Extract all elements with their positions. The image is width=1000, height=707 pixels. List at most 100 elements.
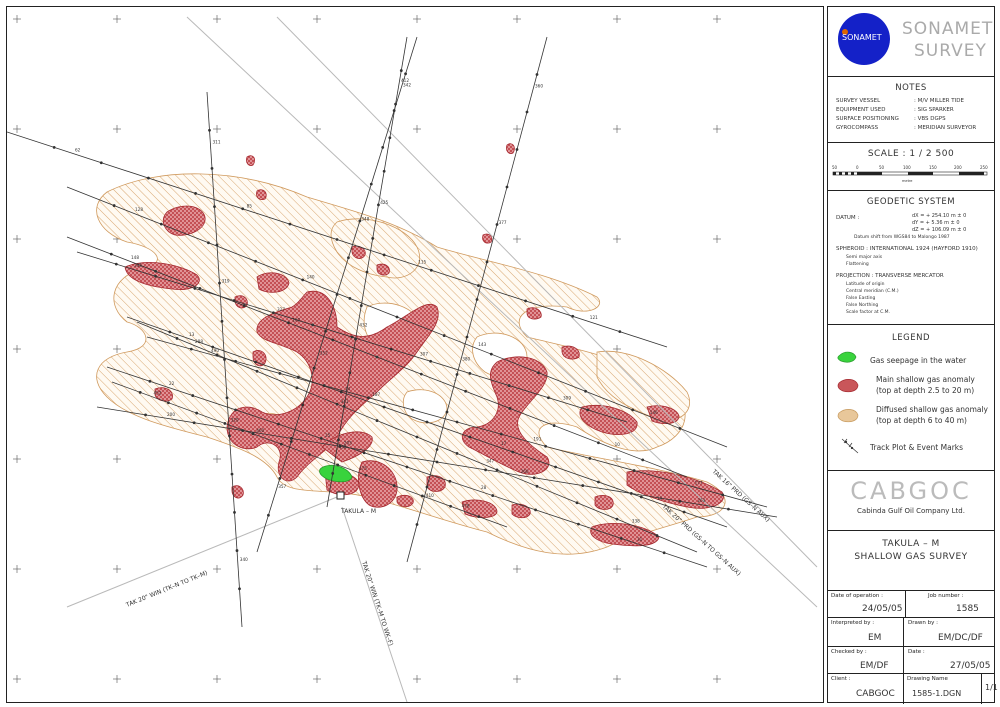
company-logo-block: SONAMET SONAMET SURVEY: [828, 7, 994, 77]
track-number: 412: [401, 78, 409, 83]
spheroid-row: Semi major axis: [846, 255, 883, 260]
event-mark: [619, 537, 623, 540]
event-mark: [278, 372, 282, 375]
track-number: 319: [222, 279, 230, 284]
event-mark: [641, 458, 645, 462]
brand-line-2: SURVEY: [914, 41, 987, 61]
track-number: 160: [292, 317, 300, 322]
scale-tick: 250: [980, 165, 988, 170]
event-mark: [289, 440, 293, 444]
event-mark: [584, 389, 587, 393]
scale-unit: metre: [902, 179, 912, 183]
event-mark: [577, 522, 580, 526]
event-mark: [114, 262, 118, 266]
date-op-label: Date of operation :: [831, 593, 883, 599]
event-mark: [586, 408, 590, 412]
drawn-value: EM/DC/DF: [938, 633, 983, 643]
event-mark: [144, 413, 147, 417]
event-mark: [147, 176, 150, 180]
track-number: 348: [361, 216, 369, 221]
diffused-anomaly-swatch: [837, 409, 859, 423]
track-number: 347: [486, 459, 494, 464]
event-mark: [405, 465, 409, 469]
event-mark: [191, 394, 195, 397]
event-mark: [336, 463, 340, 467]
event-mark: [138, 390, 142, 394]
client-name-large: CABGOC: [850, 477, 972, 505]
event-mark: [484, 468, 487, 472]
event-mark: [208, 128, 211, 132]
track-number: 327: [277, 307, 285, 312]
scale-tick: 150: [929, 165, 937, 170]
legend-label: Gas seepage in the water: [870, 356, 967, 365]
track-number: 25: [325, 433, 331, 438]
track-number: 340: [240, 557, 248, 562]
event-mark: [220, 319, 224, 323]
track-number: 490: [211, 348, 219, 353]
notes-title: NOTES: [895, 83, 927, 93]
event-mark: [210, 167, 214, 170]
checked-value: EM/DF: [860, 661, 889, 671]
project-block: TAKULA – M SHALLOW GAS SURVEY: [828, 531, 994, 591]
event-mark: [377, 203, 380, 207]
event-mark: [511, 450, 515, 454]
event-mark: [435, 448, 439, 451]
track-number: 341: [341, 399, 349, 404]
event-mark: [234, 359, 237, 363]
event-mark: [411, 408, 415, 412]
event-mark: [525, 110, 529, 114]
event-mark: [395, 315, 399, 319]
track-number: 22: [169, 381, 175, 386]
event-mark: [524, 299, 527, 303]
event-mark: [301, 403, 305, 407]
event-mark: [301, 278, 305, 282]
map-canvas[interactable]: TAKULA – M TAK 20" WIN (TK–N TO TK–M) TA…: [7, 7, 823, 702]
scale-tick: 50: [879, 165, 885, 170]
event-mark: [350, 335, 354, 339]
note-label: SURVEY VESSEL: [836, 98, 881, 104]
event-mark: [678, 427, 682, 430]
track-number: 335: [134, 263, 142, 268]
survey-map[interactable]: TAKULA – M TAK 20" WIN (TK–N TO TK–M) TA…: [6, 6, 824, 703]
event-mark: [399, 69, 403, 72]
event-mark: [375, 419, 379, 422]
track-number: 143: [478, 342, 486, 347]
track-number: 62: [75, 148, 81, 153]
legend-label: (top at depth 2.5 to 20 m): [876, 386, 975, 395]
track-number: 260: [521, 469, 529, 474]
event-mark: [505, 185, 509, 189]
event-mark: [631, 408, 635, 412]
event-mark: [387, 452, 390, 456]
track-number: 115: [418, 259, 426, 264]
event-mark: [251, 432, 255, 436]
datum-line: dZ = + 106.09 m ± 0: [912, 227, 967, 233]
event-mark: [552, 424, 556, 427]
event-mark: [425, 420, 429, 424]
event-mark: [655, 534, 659, 537]
projection-row: Central meridian (C.M.): [846, 289, 899, 294]
event-mark: [371, 237, 375, 240]
event-mark: [597, 441, 600, 445]
pipeline-label-2: TAK 20" WIN (TK–M TO WK–F): [360, 560, 394, 647]
note-value: : VBS DGPS: [914, 116, 946, 122]
event-mark: [312, 366, 316, 370]
track-number: 177: [695, 481, 703, 486]
event-mark: [535, 484, 539, 488]
platform-label: TAKULA – M: [340, 508, 376, 515]
event-mark: [392, 484, 396, 487]
legend-block: LEGEND Gas seepage in the water Main sha…: [828, 325, 994, 471]
note-label: GYROCOMPASS: [836, 125, 879, 131]
scale-tick: 100: [903, 165, 911, 170]
client-value: CABGOC: [856, 689, 895, 699]
event-mark: [532, 476, 536, 480]
event-mark: [477, 515, 481, 519]
event-mark: [415, 435, 419, 439]
event-mark: [425, 485, 429, 489]
event-mark: [388, 136, 392, 140]
event-mark: [464, 389, 467, 393]
track-number: 425: [380, 200, 388, 205]
event-mark: [677, 481, 680, 485]
event-mark: [278, 477, 282, 480]
track-number: 452: [154, 391, 162, 396]
date-op-value: 24/05/05: [862, 604, 903, 614]
